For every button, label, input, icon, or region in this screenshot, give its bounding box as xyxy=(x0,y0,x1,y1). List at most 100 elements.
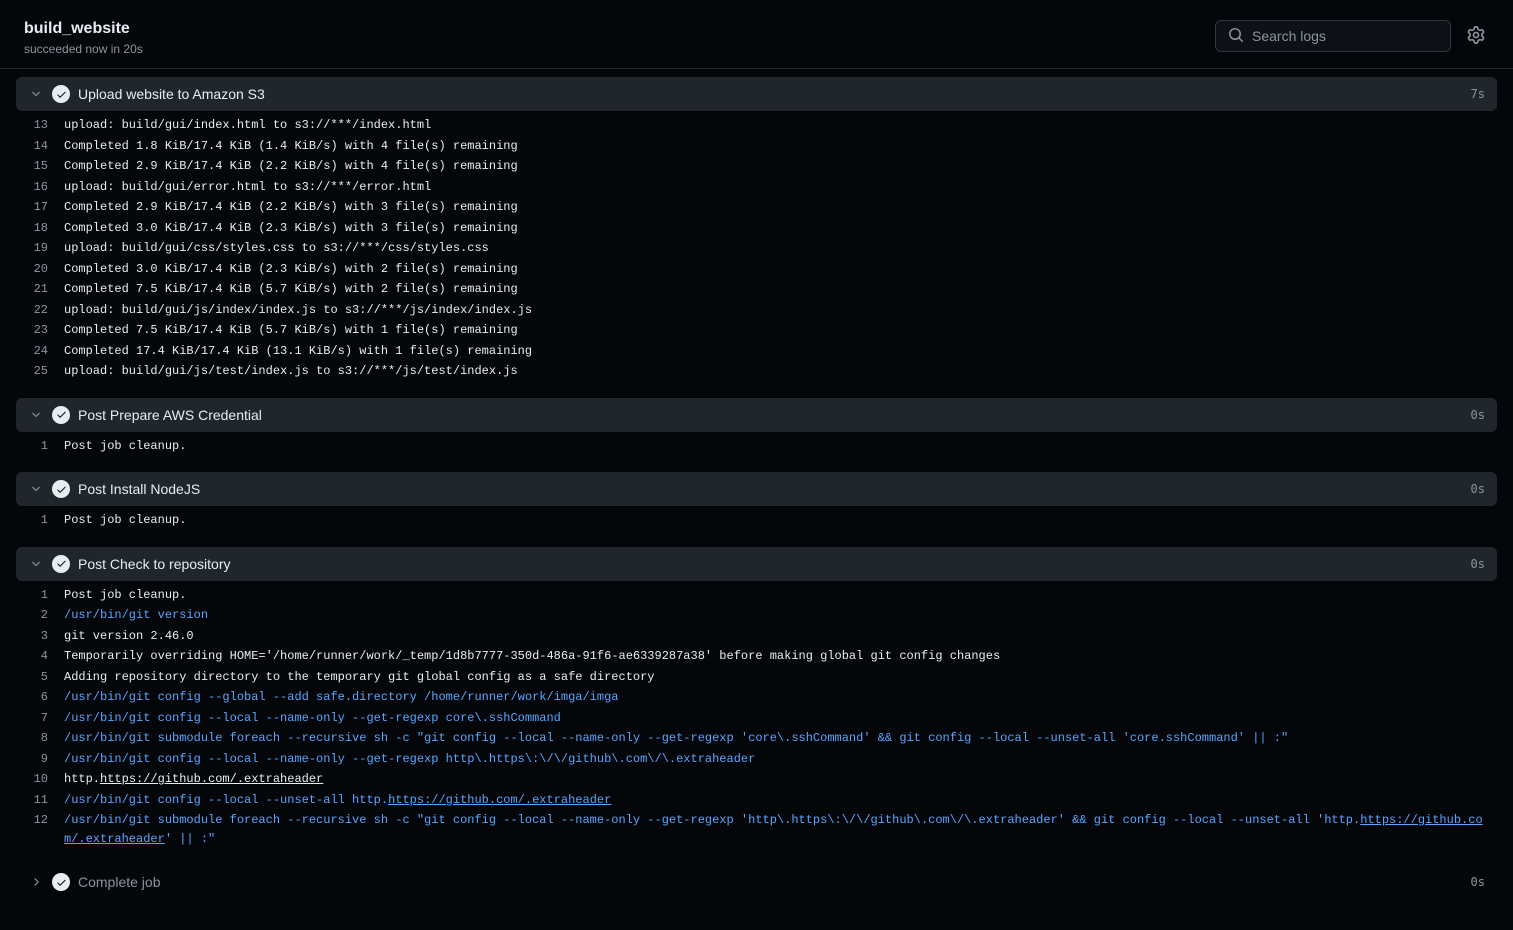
step-header[interactable]: Post Install NodeJS0s xyxy=(16,472,1497,506)
line-content: /usr/bin/git config --global --add safe.… xyxy=(64,688,1497,707)
line-content: Completed 3.0 KiB/17.4 KiB (2.3 KiB/s) w… xyxy=(64,219,1497,238)
step-title: Post Check to repository xyxy=(78,556,1463,572)
line-content: upload: build/gui/index.html to s3://***… xyxy=(64,116,1497,135)
line-number: 1 xyxy=(16,511,64,530)
log-body: 1Post job cleanup. xyxy=(16,506,1497,539)
line-content: Adding repository directory to the tempo… xyxy=(64,668,1497,687)
chevron-down-icon xyxy=(28,556,44,572)
line-content: Post job cleanup. xyxy=(64,437,1497,456)
line-number: 2 xyxy=(16,606,64,625)
step-duration: 0s xyxy=(1471,557,1485,571)
log-body: 1Post job cleanup.2/usr/bin/git version3… xyxy=(16,581,1497,858)
line-content: /usr/bin/git config --local --name-only … xyxy=(64,750,1497,769)
log-line: 18Completed 3.0 KiB/17.4 KiB (2.3 KiB/s)… xyxy=(16,218,1497,239)
line-number: 6 xyxy=(16,688,64,707)
line-number: 16 xyxy=(16,178,64,197)
line-number: 9 xyxy=(16,750,64,769)
line-number: 15 xyxy=(16,157,64,176)
step: Upload website to Amazon S37s13upload: b… xyxy=(16,77,1497,390)
log-line: 8/usr/bin/git submodule foreach --recurs… xyxy=(16,728,1497,749)
log-body: 13upload: build/gui/index.html to s3://*… xyxy=(16,111,1497,390)
log-line: 4Temporarily overriding HOME='/home/runn… xyxy=(16,646,1497,667)
log-line: 13upload: build/gui/index.html to s3://*… xyxy=(16,115,1497,136)
log-link[interactable]: https://github.com/.extraheader xyxy=(388,793,611,807)
line-number: 5 xyxy=(16,668,64,687)
log-line: 3git version 2.46.0 xyxy=(16,626,1497,647)
step-header[interactable]: Post Prepare AWS Credential 0s xyxy=(16,398,1497,432)
line-number: 12 xyxy=(16,811,64,830)
line-content: Completed 2.9 KiB/17.4 KiB (2.2 KiB/s) w… xyxy=(64,198,1497,217)
log-line: 2/usr/bin/git version xyxy=(16,605,1497,626)
job-title: build_website xyxy=(24,20,143,38)
log-link[interactable]: https://github.com/.extraheader xyxy=(64,813,1483,846)
step-header[interactable]: Post Check to repository 0s xyxy=(16,547,1497,581)
job-subtitle: succeeded now in 20s xyxy=(24,42,143,56)
log-line: 6/usr/bin/git config --global --add safe… xyxy=(16,687,1497,708)
line-number: 8 xyxy=(16,729,64,748)
step: Post Check to repository 0s 1Post job clea… xyxy=(16,547,1497,858)
log-line: 20Completed 3.0 KiB/17.4 KiB (2.3 KiB/s)… xyxy=(16,259,1497,280)
line-number: 25 xyxy=(16,362,64,381)
line-content: upload: build/gui/error.html to s3://***… xyxy=(64,178,1497,197)
line-number: 4 xyxy=(16,647,64,666)
line-content: Completed 3.0 KiB/17.4 KiB (2.3 KiB/s) w… xyxy=(64,260,1497,279)
line-content: Completed 17.4 KiB/17.4 KiB (13.1 KiB/s)… xyxy=(64,342,1497,361)
check-circle-icon xyxy=(52,85,70,103)
chevron-down-icon xyxy=(28,86,44,102)
log-line: 7/usr/bin/git config --local --name-only… xyxy=(16,708,1497,729)
chevron-down-icon xyxy=(28,481,44,497)
line-content: Completed 1.8 KiB/17.4 KiB (1.4 KiB/s) w… xyxy=(64,137,1497,156)
log-line: 25upload: build/gui/js/test/index.js to … xyxy=(16,361,1497,382)
log-body: 1Post job cleanup. xyxy=(16,432,1497,465)
log-line: 23Completed 7.5 KiB/17.4 KiB (5.7 KiB/s)… xyxy=(16,320,1497,341)
line-content: /usr/bin/git config --local --unset-all … xyxy=(64,791,1497,810)
line-content: /usr/bin/git config --local --name-only … xyxy=(64,709,1497,728)
step-duration: 0s xyxy=(1471,408,1485,422)
settings-button[interactable] xyxy=(1463,22,1489,51)
line-number: 14 xyxy=(16,137,64,156)
line-number: 17 xyxy=(16,198,64,217)
log-link[interactable]: https://github.com/.extraheader xyxy=(100,772,323,786)
line-number: 10 xyxy=(16,770,64,789)
line-content: git version 2.46.0 xyxy=(64,627,1497,646)
line-number: 7 xyxy=(16,709,64,728)
step-duration: 0s xyxy=(1471,875,1485,889)
log-line: 19upload: build/gui/css/styles.css to s3… xyxy=(16,238,1497,259)
step: Complete job0s xyxy=(16,865,1497,899)
log-line: 1Post job cleanup. xyxy=(16,436,1497,457)
check-circle-icon xyxy=(52,555,70,573)
line-content: Post job cleanup. xyxy=(64,586,1497,605)
line-number: 3 xyxy=(16,627,64,646)
log-line: 12/usr/bin/git submodule foreach --recur… xyxy=(16,810,1497,849)
log-line: 14Completed 1.8 KiB/17.4 KiB (1.4 KiB/s)… xyxy=(16,136,1497,157)
gear-icon xyxy=(1467,26,1485,47)
step-duration: 7s xyxy=(1471,87,1485,101)
step-header[interactable]: Upload website to Amazon S37s xyxy=(16,77,1497,111)
search-logs[interactable] xyxy=(1215,20,1451,52)
search-input[interactable] xyxy=(1252,28,1438,44)
line-content: Post job cleanup. xyxy=(64,511,1497,530)
check-circle-icon xyxy=(52,873,70,891)
log-line: 1Post job cleanup. xyxy=(16,585,1497,606)
log-line: 17Completed 2.9 KiB/17.4 KiB (2.2 KiB/s)… xyxy=(16,197,1497,218)
step-header[interactable]: Complete job0s xyxy=(16,865,1497,899)
line-content: Completed 2.9 KiB/17.4 KiB (2.2 KiB/s) w… xyxy=(64,157,1497,176)
line-content: Completed 7.5 KiB/17.4 KiB (5.7 KiB/s) w… xyxy=(64,321,1497,340)
job-header: build_website succeeded now in 20s xyxy=(0,0,1513,69)
step-duration: 0s xyxy=(1471,482,1485,496)
line-number: 1 xyxy=(16,437,64,456)
line-content: /usr/bin/git version xyxy=(64,606,1497,625)
log-line: 15Completed 2.9 KiB/17.4 KiB (2.2 KiB/s)… xyxy=(16,156,1497,177)
line-content: /usr/bin/git submodule foreach --recursi… xyxy=(64,729,1497,748)
line-number: 13 xyxy=(16,116,64,135)
step: Post Prepare AWS Credential 0s 1Post job c… xyxy=(16,398,1497,465)
step: Post Install NodeJS0s1Post job cleanup. xyxy=(16,472,1497,539)
line-content: /usr/bin/git submodule foreach --recursi… xyxy=(64,811,1497,848)
line-number: 20 xyxy=(16,260,64,279)
search-icon xyxy=(1228,27,1244,46)
line-number: 24 xyxy=(16,342,64,361)
chevron-down-icon xyxy=(28,407,44,423)
step-title: Post Prepare AWS Credential xyxy=(78,407,1463,423)
check-circle-icon xyxy=(52,480,70,498)
log-line: 16upload: build/gui/error.html to s3://*… xyxy=(16,177,1497,198)
